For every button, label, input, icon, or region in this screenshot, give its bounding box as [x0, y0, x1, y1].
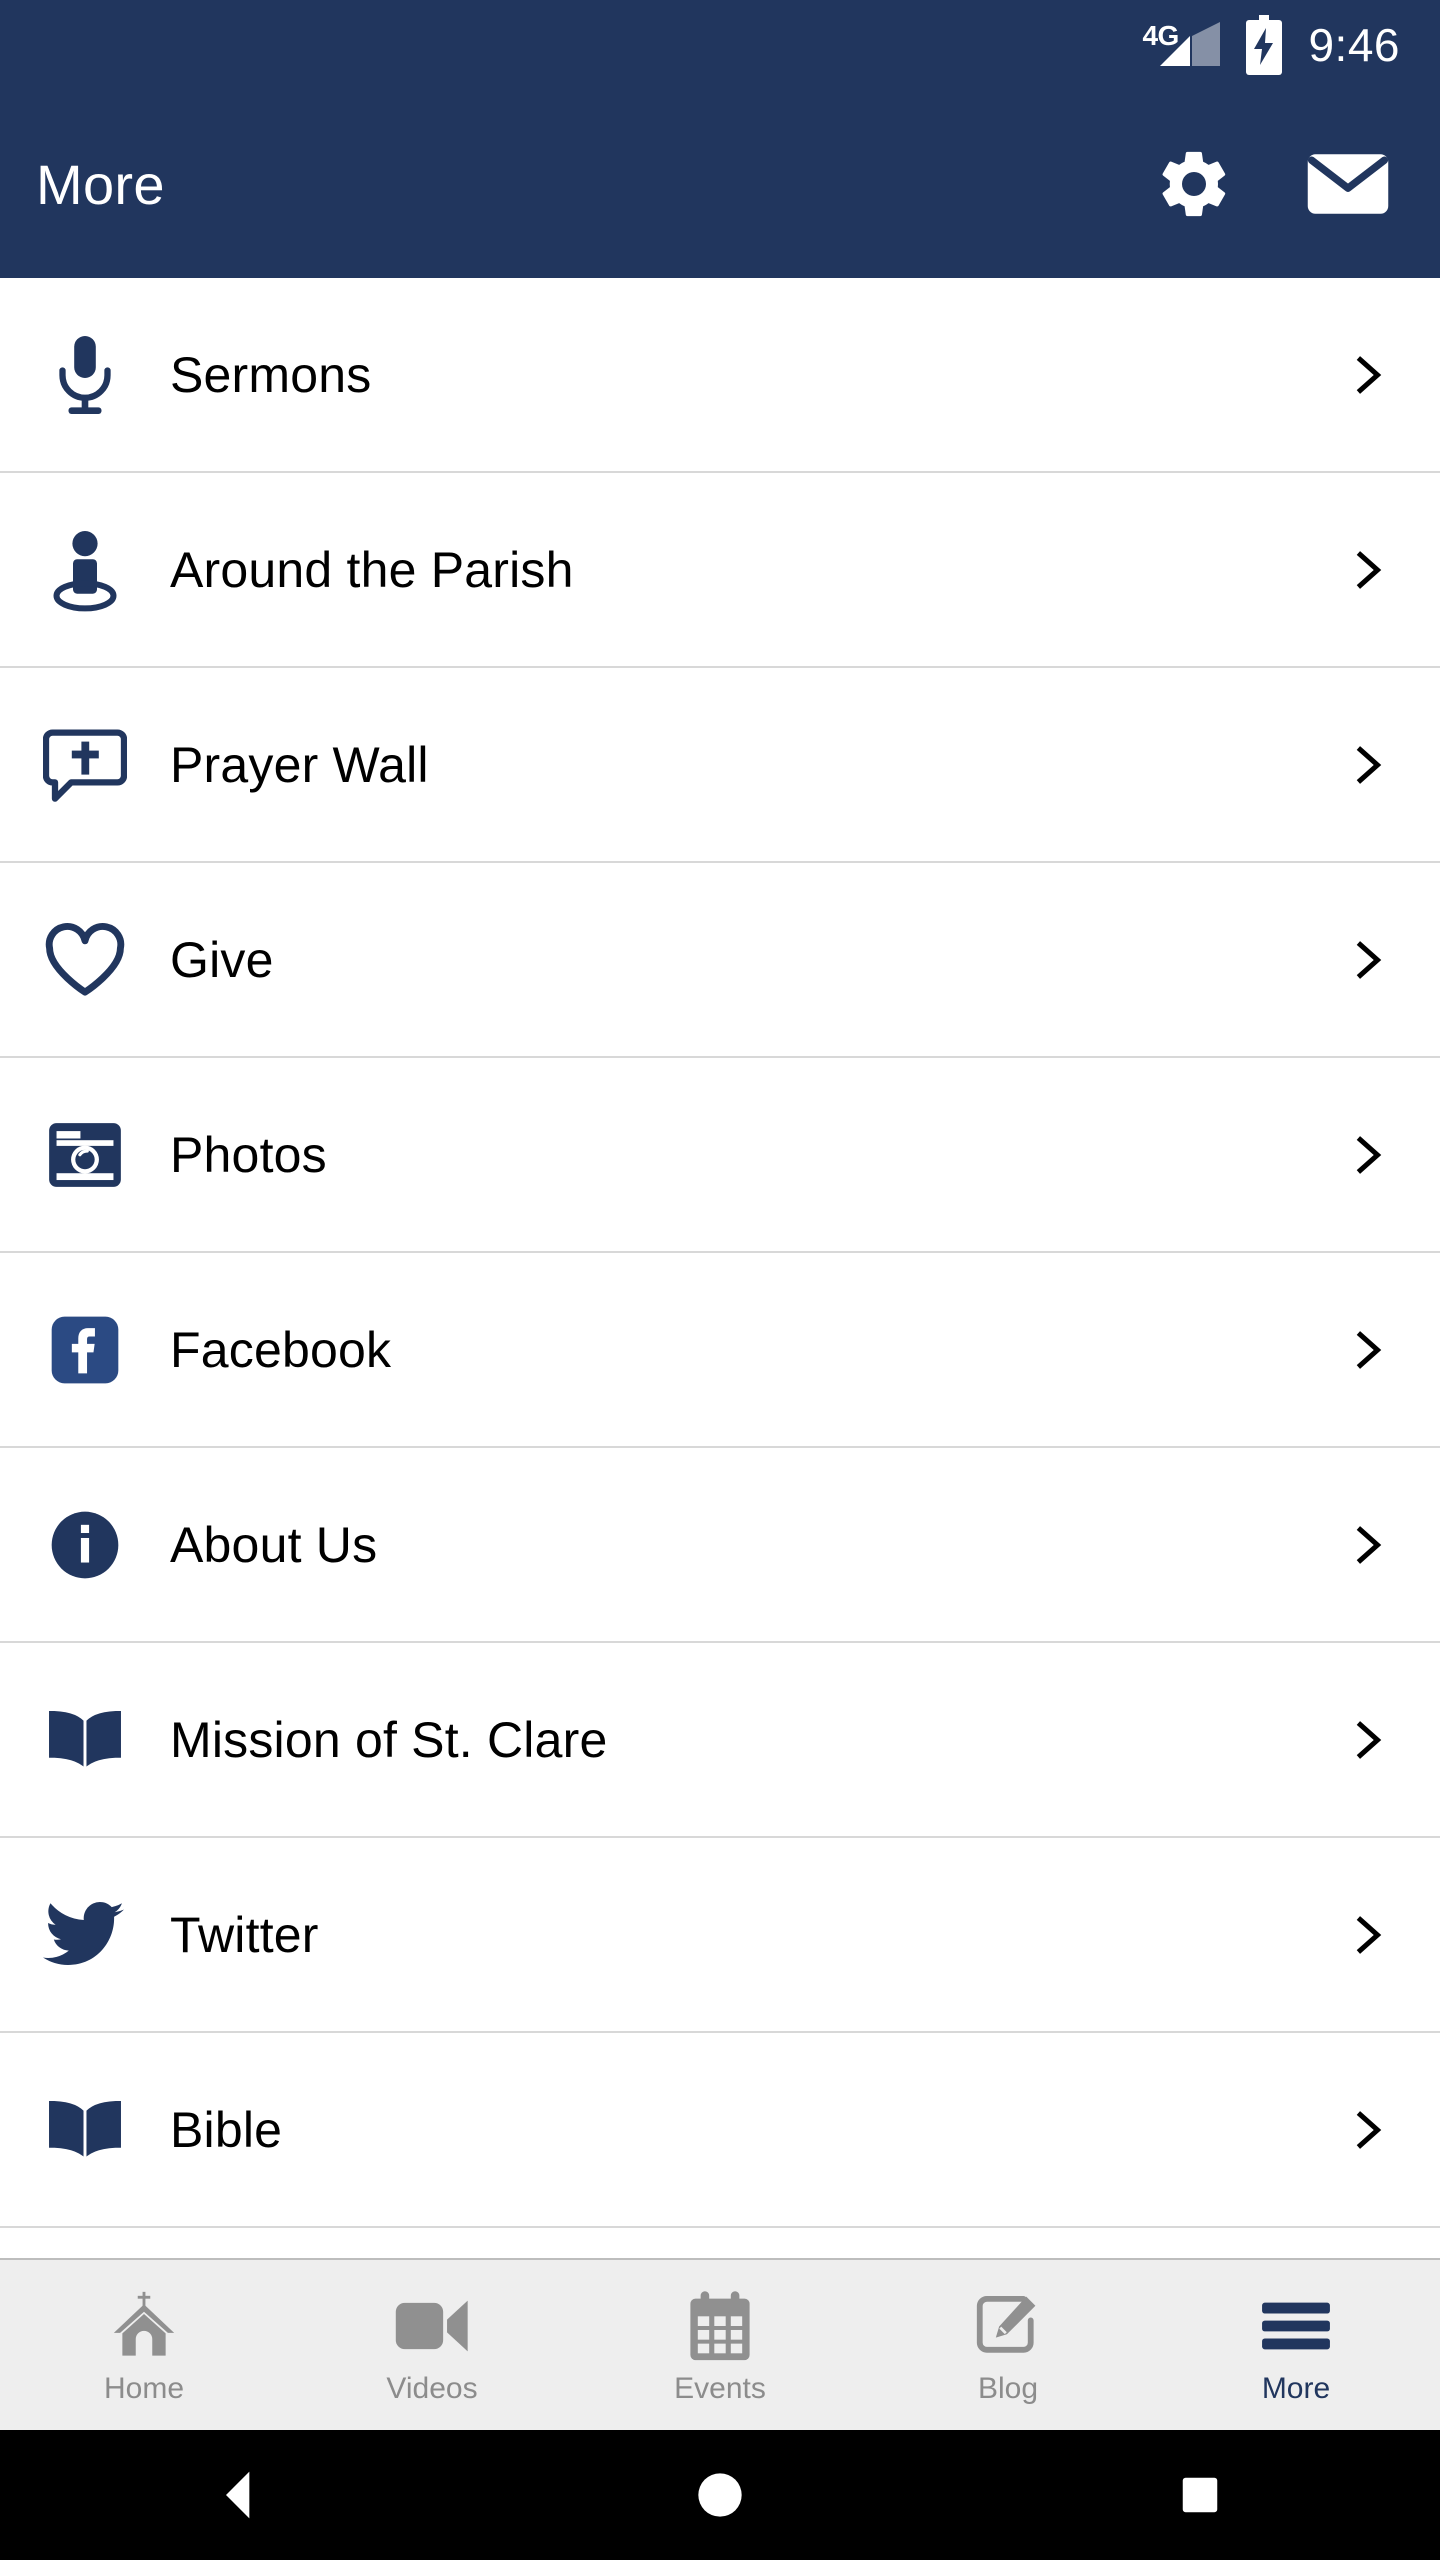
list-item-twitter[interactable]: Twitter [0, 1838, 1440, 2033]
more-menu-list: Sermons Around the Parish Prayer Wall Gi… [0, 278, 1440, 2258]
chevron-right-icon [1336, 1912, 1396, 1958]
chevron-right-icon [1336, 1717, 1396, 1763]
list-item-prayer-wall[interactable]: Prayer Wall [0, 668, 1440, 863]
tab-blog[interactable]: Blog [864, 2260, 1152, 2430]
tab-home[interactable]: Home [0, 2260, 288, 2430]
calendar-icon [685, 2286, 755, 2366]
twitter-bird-icon [0, 1899, 170, 1971]
app-bar-actions [1146, 136, 1396, 232]
tab-videos[interactable]: Videos [288, 2260, 576, 2430]
chevron-right-icon [1336, 937, 1396, 983]
camera-icon [0, 1118, 170, 1192]
list-item-label: Photos [170, 1126, 327, 1183]
open-book-icon [0, 2094, 170, 2166]
chevron-right-icon [1336, 547, 1396, 593]
open-book-icon [0, 1704, 170, 1776]
church-icon [107, 2286, 181, 2366]
edit-square-icon [972, 2286, 1044, 2366]
tab-label: Videos [386, 2372, 478, 2405]
tab-label: Home [103, 2372, 185, 2405]
chevron-right-icon [1336, 742, 1396, 788]
settings-button[interactable] [1146, 136, 1242, 232]
list-item-label: Mission of St. Clare [170, 1711, 608, 1768]
list-item-sermons[interactable]: Sermons [0, 278, 1440, 473]
triangle-back-icon [226, 2471, 250, 2519]
list-item-label: Twitter [170, 1906, 319, 1963]
signal-bars-glyph [1160, 22, 1221, 66]
list-item-label: Sermons [170, 346, 372, 403]
app-bar: More [0, 90, 1440, 278]
tab-more[interactable]: More [1152, 2260, 1440, 2430]
app-root: 4G 9:46 More Sermons Around the Parish P… [0, 0, 1440, 2560]
facebook-icon [0, 1312, 170, 1388]
heart-outline-icon [0, 922, 170, 998]
circle-home-icon [698, 2473, 742, 2517]
list-item-label: About Us [170, 1516, 378, 1573]
chevron-right-icon [1336, 1522, 1396, 1568]
chevron-right-icon [1336, 2107, 1396, 2153]
square-recents-icon [1182, 2477, 1218, 2513]
list-item-mission-of-st-clare[interactable]: Mission of St. Clare [0, 1643, 1440, 1838]
envelope-icon [1307, 154, 1389, 214]
list-item-label: Prayer Wall [170, 736, 429, 793]
battery-charging-icon [1246, 15, 1283, 75]
list-item-photos[interactable]: Photos [0, 1058, 1440, 1253]
list-item-label: Bible [170, 2101, 283, 2158]
mail-button[interactable] [1300, 136, 1396, 232]
list-item-bible[interactable]: Bible [0, 2033, 1440, 2228]
home-button[interactable] [660, 2435, 780, 2555]
status-bar: 4G 9:46 [0, 0, 1440, 90]
list-item-label: Facebook [170, 1321, 392, 1378]
person-pin-icon [0, 528, 170, 612]
signal-bars-icon: 4G [1142, 18, 1221, 72]
page-title: More [36, 152, 165, 216]
back-button[interactable] [180, 2435, 300, 2555]
android-navigation-bar [0, 2430, 1440, 2560]
chevron-right-icon [1336, 1327, 1396, 1373]
list-item-about-us[interactable]: About Us [0, 1448, 1440, 1643]
chevron-right-icon [1336, 352, 1396, 398]
tab-label: More [1261, 2372, 1331, 2405]
list-item-facebook[interactable]: Facebook [0, 1253, 1440, 1448]
list-item-around-the-parish[interactable]: Around the Parish [0, 473, 1440, 668]
recents-button[interactable] [1140, 2435, 1260, 2555]
status-bar-clock: 9:46 [1308, 19, 1400, 71]
list-item-give[interactable]: Give [0, 863, 1440, 1058]
chevron-right-icon [1336, 1132, 1396, 1178]
tab-label: Events [674, 2372, 766, 2405]
video-camera-icon [393, 2286, 471, 2366]
bottom-tab-bar: Home Videos Events Blog More [0, 2258, 1440, 2430]
list-item-label: Give [170, 931, 274, 988]
hamburger-icon [1258, 2286, 1334, 2366]
info-circle-icon [0, 1507, 170, 1583]
microphone-icon [0, 333, 170, 417]
gear-icon [1162, 151, 1226, 217]
prayer-bubble-icon [0, 725, 170, 805]
tab-label: Blog [977, 2372, 1039, 2405]
tab-events[interactable]: Events [576, 2260, 864, 2430]
list-item-label: Around the Parish [170, 541, 574, 598]
